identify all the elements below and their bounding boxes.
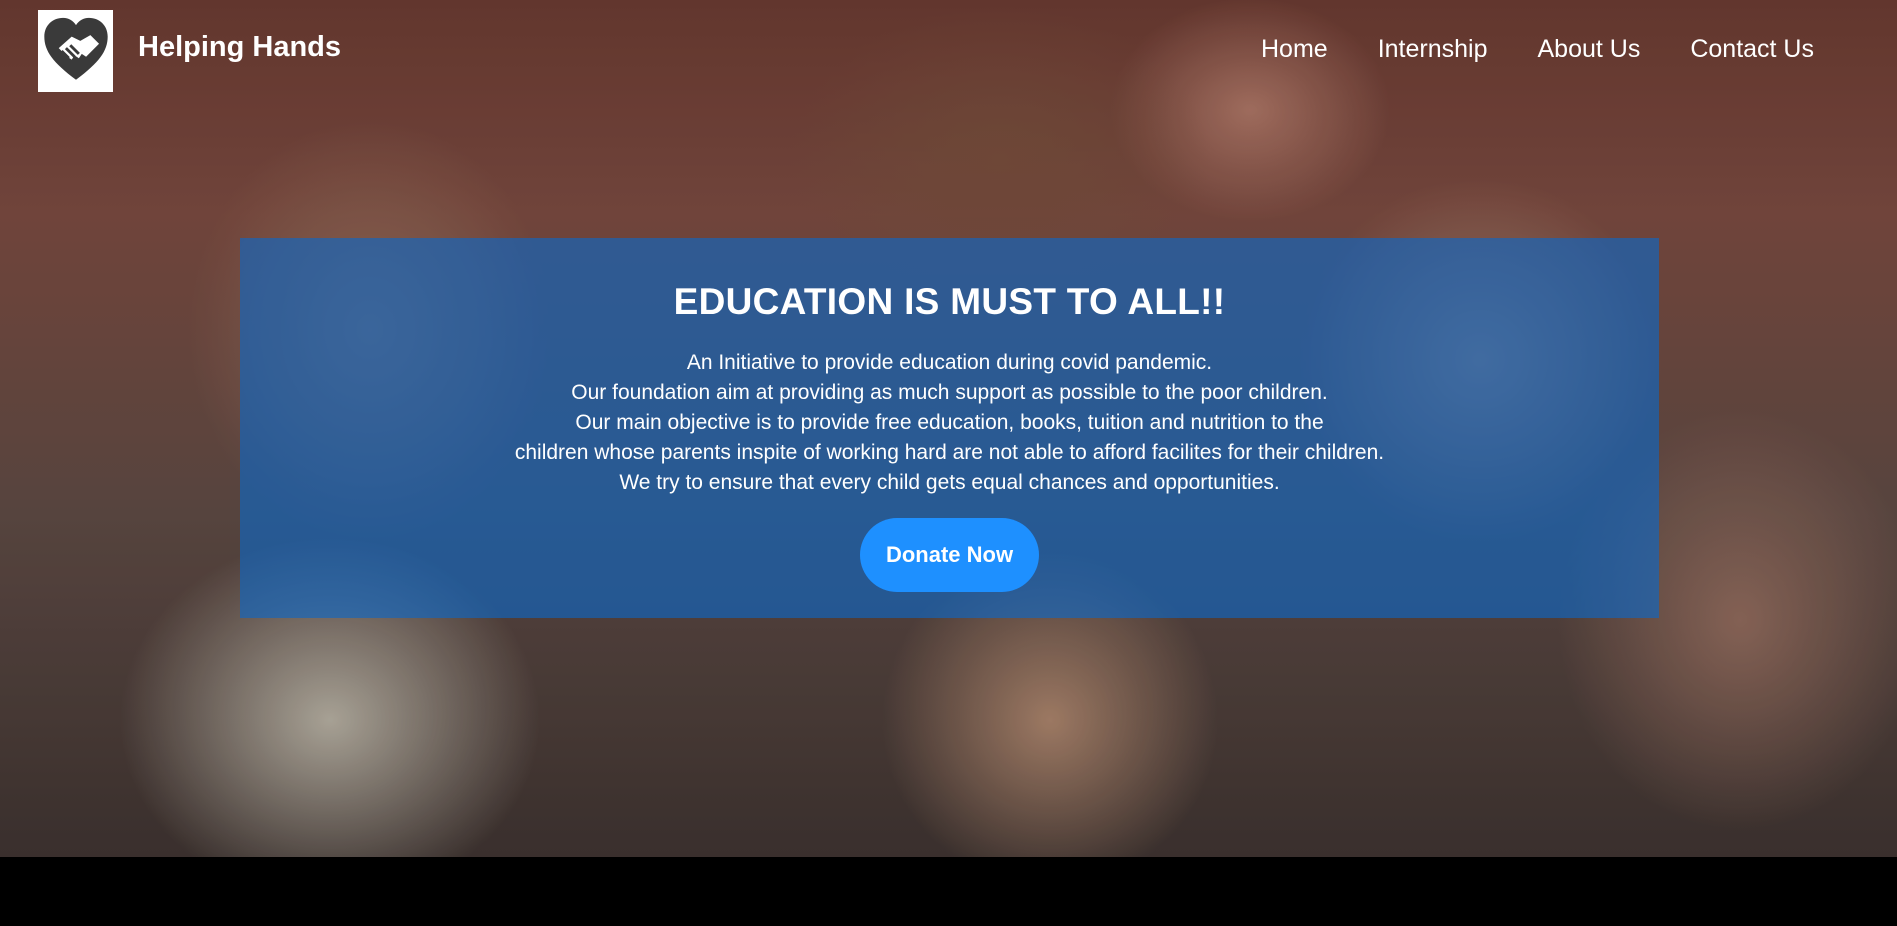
banner-description: An Initiative to provide education durin… xyxy=(240,348,1659,498)
brand-name[interactable]: Helping Hands xyxy=(138,31,341,64)
banner-title: EDUCATION IS MUST TO ALL!! xyxy=(673,281,1226,322)
handshake-heart-icon xyxy=(43,17,108,80)
banner-line: We try to ensure that every child gets e… xyxy=(619,471,1280,495)
banner-line: Our main objective is to provide free ed… xyxy=(575,411,1324,435)
banner-line: An Initiative to provide education durin… xyxy=(686,351,1213,375)
main-nav: Home Internship About Us Contact Us xyxy=(1261,35,1814,64)
logo[interactable] xyxy=(38,10,113,92)
nav-internship[interactable]: Internship xyxy=(1378,35,1488,64)
footer-bar xyxy=(0,857,1897,926)
banner-line: children whose parents inspite of workin… xyxy=(514,441,1385,465)
nav-home[interactable]: Home xyxy=(1261,35,1328,64)
hero-banner: EDUCATION IS MUST TO ALL!! An Initiative… xyxy=(240,238,1659,618)
donate-button[interactable]: Donate Now xyxy=(859,518,1040,593)
nav-contact-us[interactable]: Contact Us xyxy=(1690,35,1814,64)
banner-line: Our foundation aim at providing as much … xyxy=(571,381,1328,405)
nav-about-us[interactable]: About Us xyxy=(1537,35,1640,64)
